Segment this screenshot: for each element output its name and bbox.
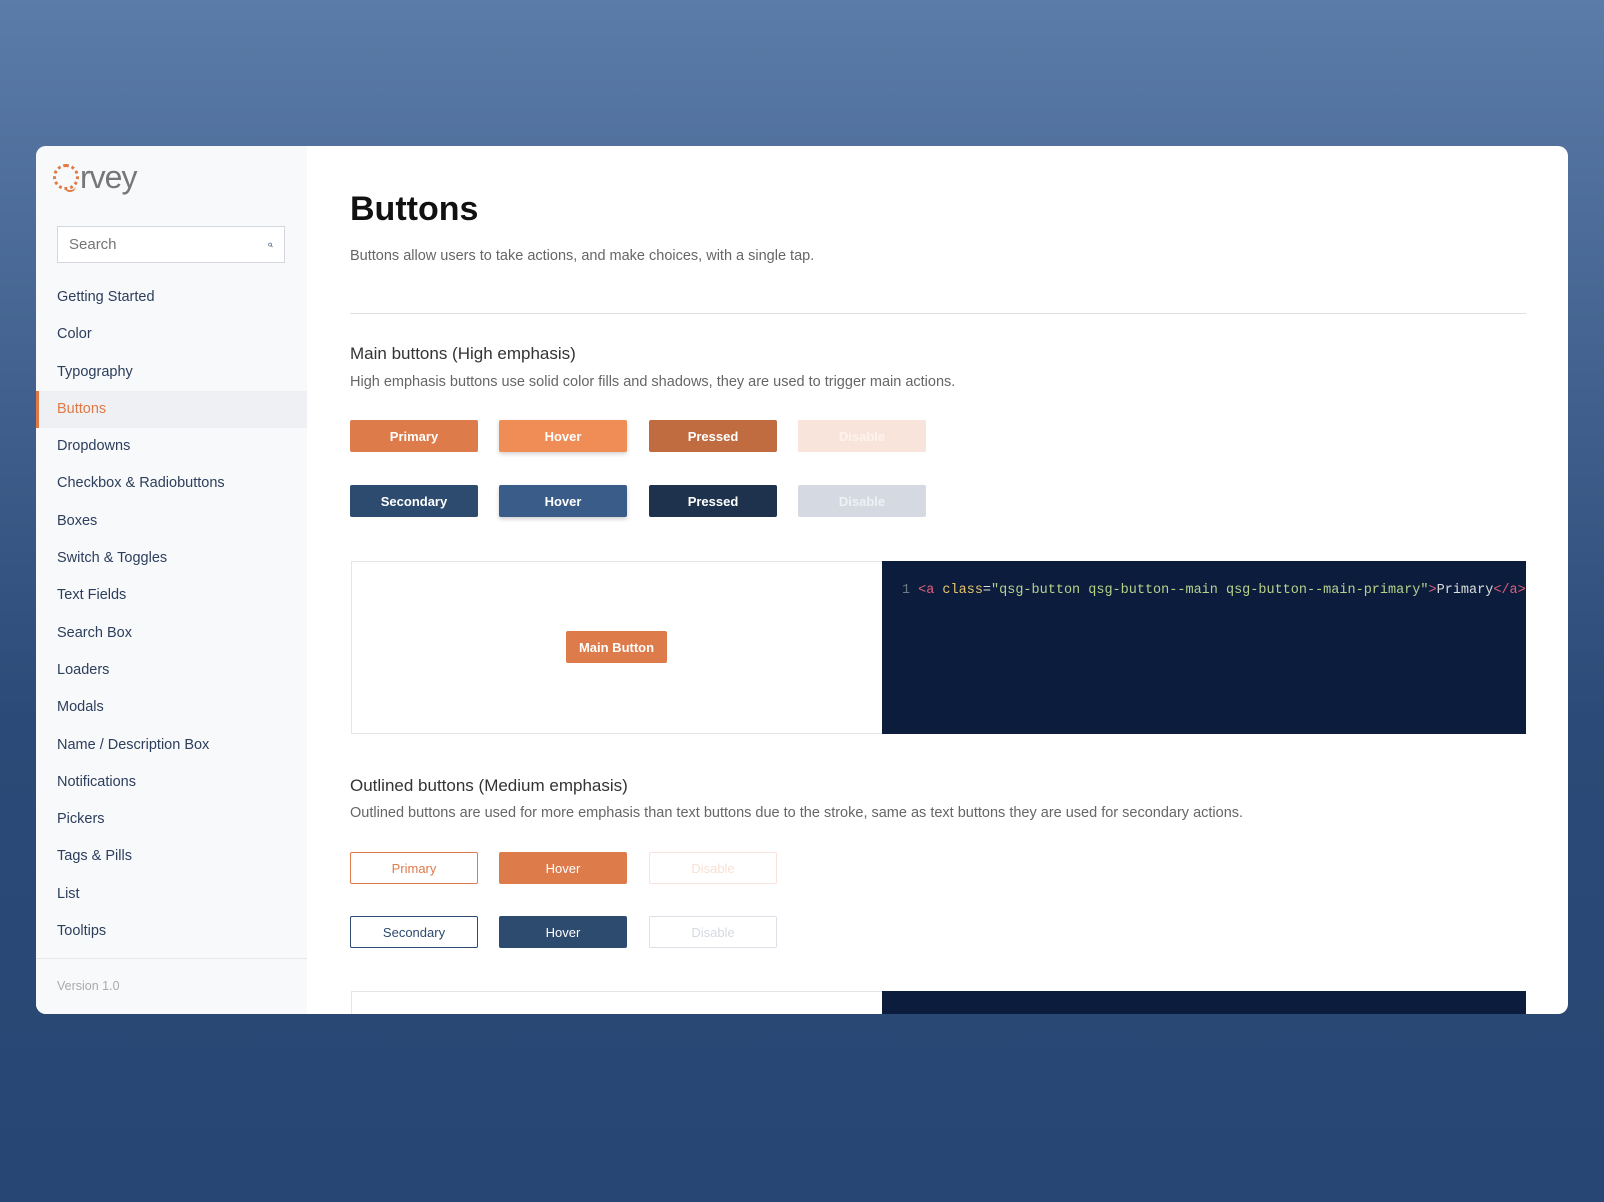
code-attr: class (934, 583, 983, 598)
divider (350, 313, 1526, 314)
sidebar-item-list[interactable]: List (36, 876, 307, 913)
code-tag: <a (918, 583, 935, 598)
main-content: Buttons Buttons allow users to take acti… (350, 146, 1568, 1014)
sidebar-item-checkbox-radiobuttons[interactable]: Checkbox & Radiobuttons (36, 465, 307, 502)
version-label: Version 1.0 (57, 979, 120, 993)
primary-hover-button[interactable]: Hover (499, 420, 627, 452)
code-value: "qsg-button qsg-button--main qsg-button-… (991, 583, 1429, 598)
sidebar-item-typography[interactable]: Typography (36, 354, 307, 391)
sidebar-item-tooltips[interactable]: Tooltips (36, 913, 307, 950)
logo[interactable]: rvey (53, 159, 137, 195)
primary-pressed-button[interactable]: Pressed (649, 420, 777, 452)
code-end: </a> (1493, 583, 1526, 598)
primary-button[interactable]: Primary (350, 420, 478, 452)
section-title-outlined: Outlined buttons (Medium emphasis) (350, 776, 628, 795)
search-icon[interactable] (268, 236, 273, 254)
section-desc-main: High emphasis buttons use solid color fi… (350, 374, 956, 390)
logo-q-mark (53, 164, 79, 192)
secondary-button[interactable]: Secondary (350, 485, 478, 517)
code-block[interactable]: 1 <a class="qsg-button qsg-button--main q… (882, 561, 1526, 734)
sidebar-item-tags-pills[interactable]: Tags & Pills (36, 838, 307, 875)
sidebar-item-color[interactable]: Color (36, 316, 307, 353)
sidebar-item-name-description-box[interactable]: Name / Description Box (36, 727, 307, 764)
logo-text: rvey (80, 159, 137, 195)
sidebar-item-loaders[interactable]: Loaders (36, 652, 307, 689)
outlined-secondary-disabled-button: Disable (649, 916, 777, 948)
search-box (57, 226, 285, 263)
main-button-demo[interactable]: Main Button (566, 631, 667, 663)
code-text: Primary (1436, 583, 1494, 598)
section-title-main: Main buttons (High emphasis) (350, 344, 576, 363)
search-input[interactable] (69, 236, 268, 253)
sidebar-item-text-fields[interactable]: Text Fields (36, 577, 307, 614)
app-window: rvey Getting StartedColorTypographyButto… (36, 146, 1568, 1014)
sidebar-item-dropdowns[interactable]: Dropdowns (36, 428, 307, 465)
outlined-primary-disabled-button: Disable (649, 852, 777, 884)
secondary-disabled-button: Disable (798, 485, 926, 517)
page-subtitle: Buttons allow users to take actions, and… (350, 248, 815, 264)
sidebar-item-modals[interactable]: Modals (36, 689, 307, 726)
outlined-primary-hover-button[interactable]: Hover (499, 852, 627, 884)
sidebar-item-buttons[interactable]: Buttons (36, 390, 307, 429)
secondary-hover-button[interactable]: Hover (499, 485, 627, 517)
sidebar-item-search-box[interactable]: Search Box (36, 615, 307, 652)
section-desc-outlined: Outlined buttons are used for more empha… (350, 805, 1244, 821)
sidebar-nav: Getting Started Color Typography Buttons Dro… (36, 279, 307, 950)
code-close: > (1428, 583, 1437, 598)
sidebar-item-notifications[interactable]: Notifications (36, 764, 307, 801)
page-title: Buttons (350, 190, 479, 228)
outlined-secondary-button[interactable]: Secondary (350, 916, 478, 948)
primary-disabled-button: Disable (798, 420, 926, 452)
sidebar-item-pickers[interactable]: Pickers (36, 801, 307, 838)
outlined-secondary-hover-button[interactable]: Hover (499, 916, 627, 948)
sidebar-item-getting-started[interactable]: Getting Started (36, 279, 307, 316)
sidebar: rvey Getting StartedColorTypographyButto… (36, 146, 307, 1014)
secondary-pressed-button[interactable]: Pressed (649, 485, 777, 517)
example-panel: Main Button 1 <a class="qsg-button qsg-bu… (351, 561, 1526, 734)
example-panel-outlined (351, 991, 1526, 1014)
code-eq: = (982, 583, 992, 598)
sidebar-divider (36, 958, 307, 959)
outlined-primary-button[interactable]: Primary (350, 852, 478, 884)
code-block-outlined[interactable] (882, 991, 1526, 1014)
sidebar-item-boxes[interactable]: Boxes (36, 503, 307, 540)
line-number: 1 (902, 583, 911, 598)
sidebar-item-switch-toggles[interactable]: Switch & Toggles (36, 540, 307, 577)
